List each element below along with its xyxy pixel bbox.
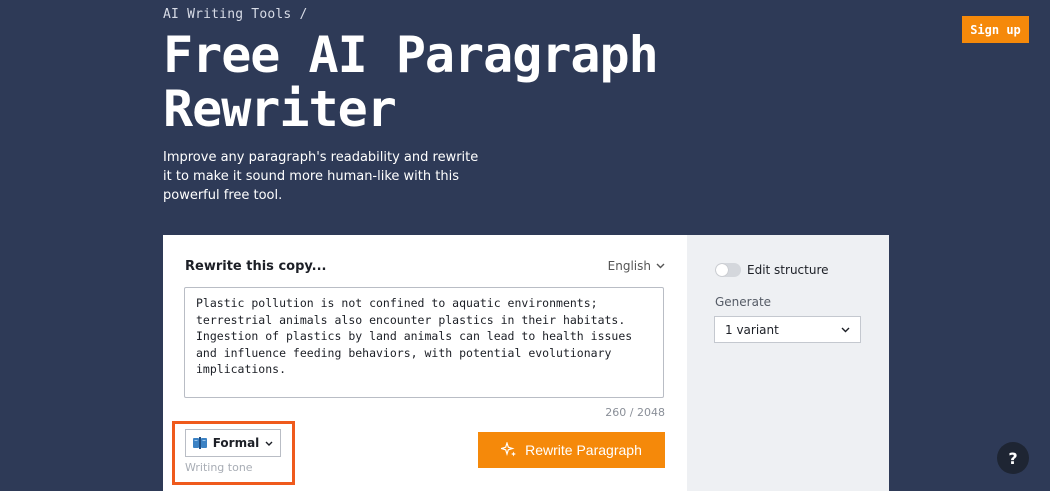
generate-label: Generate bbox=[715, 295, 772, 309]
tone-highlight: Formal Writing tone bbox=[172, 421, 295, 485]
sparkle-icon bbox=[501, 442, 517, 457]
page-subtitle: Improve any paragraph's readability and … bbox=[163, 150, 479, 203]
rewrite-button-label: Rewrite Paragraph bbox=[525, 442, 642, 458]
page-title: Free AI Paragraph Rewriter bbox=[163, 26, 659, 138]
generate-value: 1 variant bbox=[725, 322, 779, 337]
options-panel: Edit structure Generate 1 variant bbox=[687, 235, 889, 491]
rewriter-card: Rewrite this copy... English Plastic pol… bbox=[163, 235, 889, 491]
editor-panel: Rewrite this copy... English Plastic pol… bbox=[163, 235, 687, 491]
book-icon bbox=[192, 437, 207, 449]
character-counter: 260 / 2048 bbox=[605, 406, 665, 419]
tone-value: Formal bbox=[212, 436, 260, 450]
source-text-input[interactable]: Plastic pollution is not confined to aqu… bbox=[184, 287, 664, 398]
tone-caption: Writing tone bbox=[185, 461, 253, 474]
language-select[interactable]: English bbox=[608, 259, 665, 273]
tone-select[interactable]: Formal bbox=[185, 429, 281, 457]
generate-select[interactable]: 1 variant bbox=[714, 316, 861, 343]
breadcrumb[interactable]: AI Writing Tools / bbox=[163, 7, 307, 22]
edit-structure-label: Edit structure bbox=[747, 263, 829, 277]
language-value: English bbox=[607, 259, 651, 273]
rewrite-paragraph-button[interactable]: Rewrite Paragraph bbox=[478, 432, 665, 468]
edit-structure-toggle[interactable] bbox=[715, 263, 741, 277]
chevron-down-icon bbox=[841, 327, 850, 332]
chevron-down-icon bbox=[656, 263, 665, 269]
editor-label: Rewrite this copy... bbox=[185, 259, 327, 274]
chevron-down-icon bbox=[265, 441, 273, 446]
help-button[interactable]: ? bbox=[997, 442, 1029, 474]
sign-up-button[interactable]: Sign up bbox=[962, 16, 1029, 43]
